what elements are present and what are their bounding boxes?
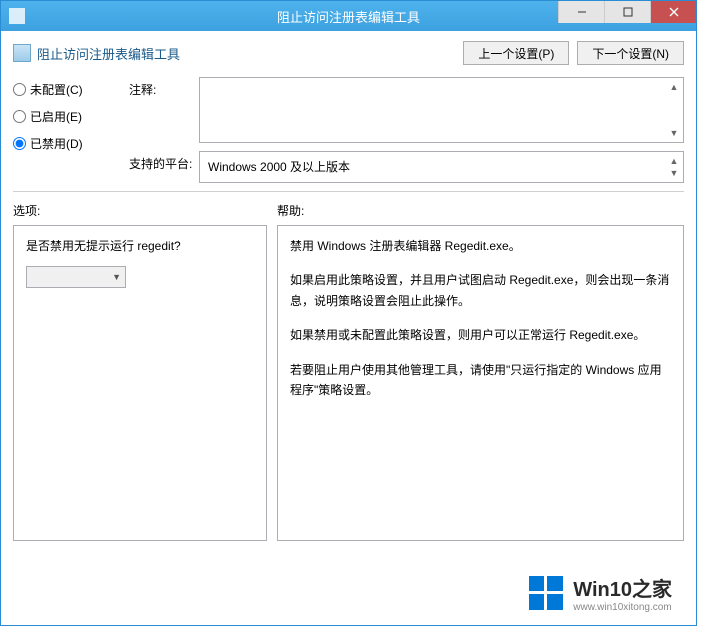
radio-disabled[interactable]: 已禁用(D) [13,135,113,152]
radio-not-configured[interactable]: 未配置(C) [13,81,113,98]
policy-icon [13,44,31,62]
header-row: 阻止访问注册表编辑工具 上一个设置(P) 下一个设置(N) [13,41,684,65]
help-paragraph: 如果启用此策略设置，并且用户试图启动 Regedit.exe，则会出现一条消息，… [290,270,671,311]
maximize-button[interactable] [604,1,650,23]
help-paragraph: 若要阻止用户使用其他管理工具，请使用"只运行指定的 Windows 应用程序"策… [290,360,671,401]
comment-textarea[interactable]: ▲ ▼ [199,77,684,143]
help-label: 帮助: [277,202,304,219]
comment-label: 注释: [129,77,199,98]
window-title: 阻止访问注册表编辑工具 [277,7,420,26]
help-paragraph: 禁用 Windows 注册表编辑器 Regedit.exe。 [290,236,671,256]
chevron-down-icon: ▼ [112,270,121,285]
scroll-down-icon[interactable]: ▼ [667,126,681,140]
section-labels: 选项: 帮助: [13,202,684,219]
radio-disabled-label: 已禁用(D) [30,135,83,152]
platform-label: 支持的平台: [129,151,199,172]
radio-disabled-input[interactable] [13,137,26,150]
radio-group: 未配置(C) 已启用(E) 已禁用(D) [13,77,113,183]
content-area: 阻止访问注册表编辑工具 上一个设置(P) 下一个设置(N) 未配置(C) 已启用… [1,31,696,551]
options-panel: 是否禁用无提示运行 regedit? ▼ [13,225,267,541]
options-label: 选项: [13,202,277,219]
help-paragraph: 如果禁用或未配置此策略设置，则用户可以正常运行 Regedit.exe。 [290,325,671,345]
option-dropdown[interactable]: ▼ [26,266,126,288]
nav-buttons: 上一个设置(P) 下一个设置(N) [463,41,684,65]
config-row: 未配置(C) 已启用(E) 已禁用(D) 注释: ▲ ▼ 支持的平台: [13,77,684,183]
policy-editor-window: 阻止访问注册表编辑工具 阻止访问注册表编辑工具 上一个设置(P) 下一个设置(N… [0,0,697,626]
fields-column: 注释: ▲ ▼ 支持的平台: Windows 2000 及以上版本 ▲ ▼ [129,77,684,183]
window-controls [558,1,696,23]
windows-logo-icon [529,576,563,610]
titlebar: 阻止访问注册表编辑工具 [1,1,696,31]
option-question: 是否禁用无提示运行 regedit? [26,236,254,256]
scroll-up-icon[interactable]: ▲ [667,80,681,94]
platform-value: Windows 2000 及以上版本 [208,160,350,174]
radio-enabled[interactable]: 已启用(E) [13,108,113,125]
watermark-url: www.win10xitong.com [573,602,672,613]
minimize-button[interactable] [558,1,604,23]
next-setting-button[interactable]: 下一个设置(N) [577,41,684,65]
policy-title: 阻止访问注册表编辑工具 [37,44,180,63]
radio-enabled-input[interactable] [13,110,26,123]
radio-enabled-label: 已启用(E) [30,108,82,125]
radio-not-configured-label: 未配置(C) [30,81,83,98]
supported-platform-box: Windows 2000 及以上版本 ▲ ▼ [199,151,684,183]
watermark-title: Win10之家 [573,573,672,602]
panels-row: 是否禁用无提示运行 regedit? ▼ 禁用 Windows 注册表编辑器 R… [13,225,684,541]
close-button[interactable] [650,1,696,23]
scroll-down-icon[interactable]: ▼ [667,166,681,180]
watermark: Win10之家 www.win10xitong.com [529,573,672,613]
divider [13,191,684,192]
watermark-text: Win10之家 www.win10xitong.com [573,573,672,613]
policy-title-row: 阻止访问注册表编辑工具 [13,44,180,63]
radio-not-configured-input[interactable] [13,83,26,96]
help-panel: 禁用 Windows 注册表编辑器 Regedit.exe。 如果启用此策略设置… [277,225,684,541]
previous-setting-button[interactable]: 上一个设置(P) [463,41,569,65]
app-icon [9,8,25,24]
